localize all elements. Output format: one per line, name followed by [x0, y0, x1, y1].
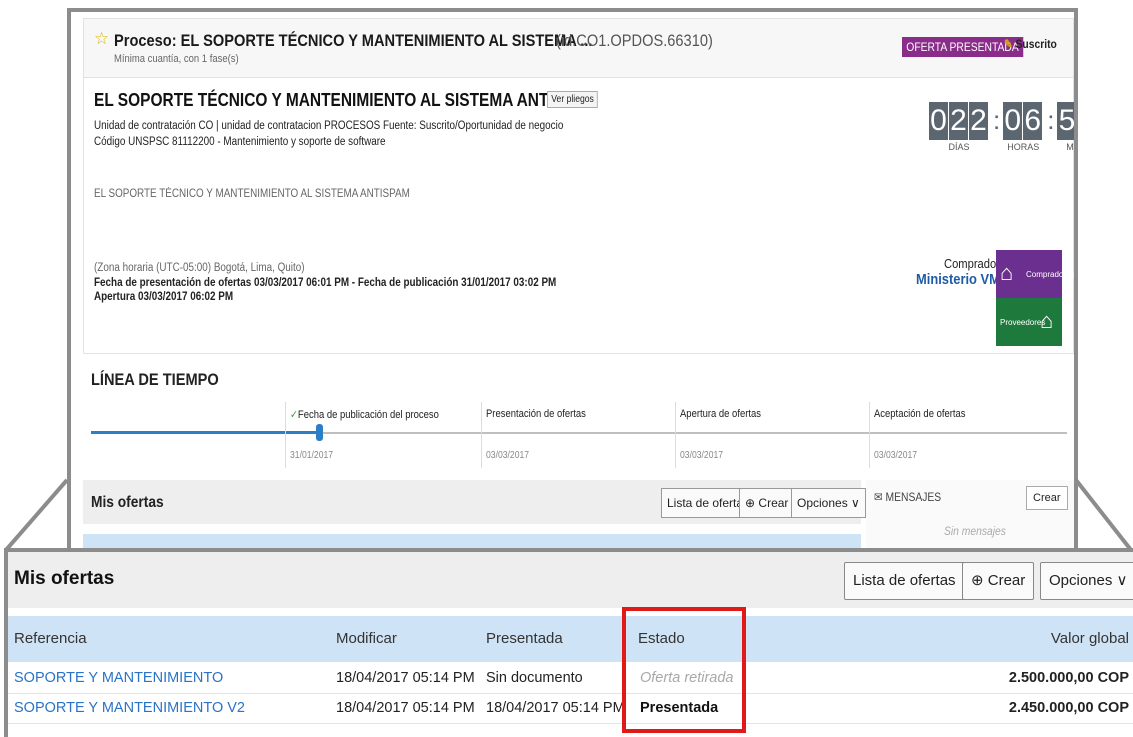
col-referencia[interactable]: Referencia [14, 630, 87, 647]
ofertas-title: Mis ofertas [14, 568, 115, 589]
col-modificar[interactable]: Modificar [336, 630, 397, 647]
connector-left [4, 478, 69, 552]
table-row: SOPORTE Y MANTENIMIENTO V2 18/04/2017 05… [8, 694, 1133, 724]
estado-highlight-box [622, 607, 746, 733]
oferta-presentada: Sin documento [486, 670, 583, 686]
chevron-down-icon: ∨ [1116, 572, 1128, 589]
ofertas-toolbar: Mis ofertas Lista de ofertas ⊕ Crear Opc… [8, 552, 1133, 608]
opciones-label: Opciones [1049, 572, 1113, 589]
table-row: SOPORTE Y MANTENIMIENTO 18/04/2017 05:14… [8, 664, 1133, 694]
plus-circle-icon: ⊕ [971, 572, 984, 589]
oferta-referencia-link[interactable]: SOPORTE Y MANTENIMIENTO V2 [14, 700, 245, 716]
oferta-referencia-link[interactable]: SOPORTE Y MANTENIMIENTO [14, 670, 223, 686]
lista-ofertas-button[interactable]: Lista de ofertas [844, 562, 965, 600]
oferta-modificar: 18/04/2017 05:14 PM [336, 670, 475, 686]
oferta-presentada: 18/04/2017 05:14 PM [486, 700, 625, 716]
col-presentada[interactable]: Presentada [486, 630, 563, 647]
oferta-modificar: 18/04/2017 05:14 PM [336, 700, 475, 716]
crear-label: Crear [987, 572, 1026, 589]
col-valor-global[interactable]: Valor global [1051, 630, 1129, 647]
oferta-valor: 2.500.000,00 COP [1008, 670, 1129, 686]
opciones-button[interactable]: Opciones ∨ [1040, 562, 1133, 600]
connector-right [1074, 478, 1133, 552]
ofertas-zoom-panel: Mis ofertas Lista de ofertas ⊕ Crear Opc… [4, 548, 1133, 737]
ofertas-table-header: Referencia Modificar Presentada Estado V… [8, 616, 1133, 662]
oferta-valor: 2.450.000,00 COP [1008, 700, 1129, 716]
crear-button[interactable]: ⊕ Crear [962, 562, 1035, 600]
